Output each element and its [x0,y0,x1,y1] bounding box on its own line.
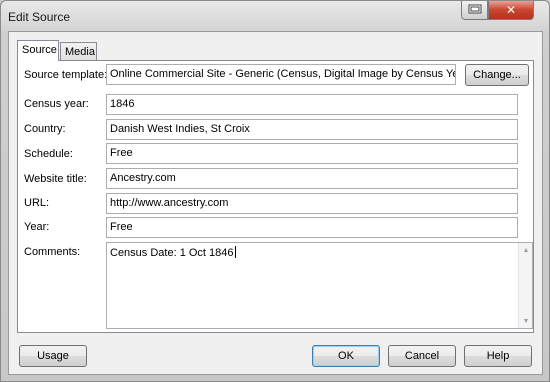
url-field[interactable]: http://www.ancestry.com [106,193,518,214]
year-field[interactable]: Free [106,217,518,238]
close-icon: ✕ [505,3,517,17]
close-button[interactable]: ✕ [488,1,534,20]
census-year-label: Census year: [24,98,89,110]
change-template-button[interactable]: Change... [465,64,529,86]
dialog-body: Source Media Source template: Online Com… [8,31,543,375]
website-title-field[interactable]: Ancestry.com [106,168,518,189]
ok-button[interactable]: OK [312,345,380,367]
window-title: Edit Source [8,10,71,24]
census-year-field[interactable]: 1846 [106,94,518,115]
comments-textarea[interactable]: Census Date: 1 Oct 1846 ▲ ▼ [106,242,533,329]
schedule-field[interactable]: Free [106,143,518,164]
usage-button[interactable]: Usage [19,345,87,367]
source-template-label: Source template: [24,69,108,81]
text-cursor [234,246,236,258]
website-title-label: Website title: [24,173,87,185]
window-restore-icon [468,3,482,17]
year-label: Year: [24,221,50,233]
country-label: Country: [24,123,66,135]
source-template-field[interactable]: Online Commercial Site - Generic (Census… [106,64,456,85]
schedule-label: Schedule: [24,148,73,160]
scroll-down-arrow-icon[interactable]: ▼ [519,314,532,328]
url-label: URL: [24,197,50,209]
title-bar[interactable]: Edit Source ✕ [1,1,549,31]
tab-source[interactable]: Source [17,40,59,61]
cancel-button[interactable]: Cancel [388,345,456,367]
scroll-up-arrow-icon[interactable]: ▲ [519,243,532,257]
country-field[interactable]: Danish West Indies, St Croix [106,119,518,140]
tab-media[interactable]: Media [60,42,97,61]
comments-label: Comments: [24,246,81,258]
help-button[interactable]: Help [464,345,532,367]
window-restore-button[interactable] [461,1,488,20]
comments-text: Census Date: 1 Oct 1846 [110,247,234,259]
edit-source-dialog: Edit Source ✕ Source Media Source templa… [0,0,550,382]
source-tab-panel: Source template: Online Commercial Site … [17,60,534,333]
comments-scrollbar[interactable]: ▲ ▼ [518,243,532,328]
